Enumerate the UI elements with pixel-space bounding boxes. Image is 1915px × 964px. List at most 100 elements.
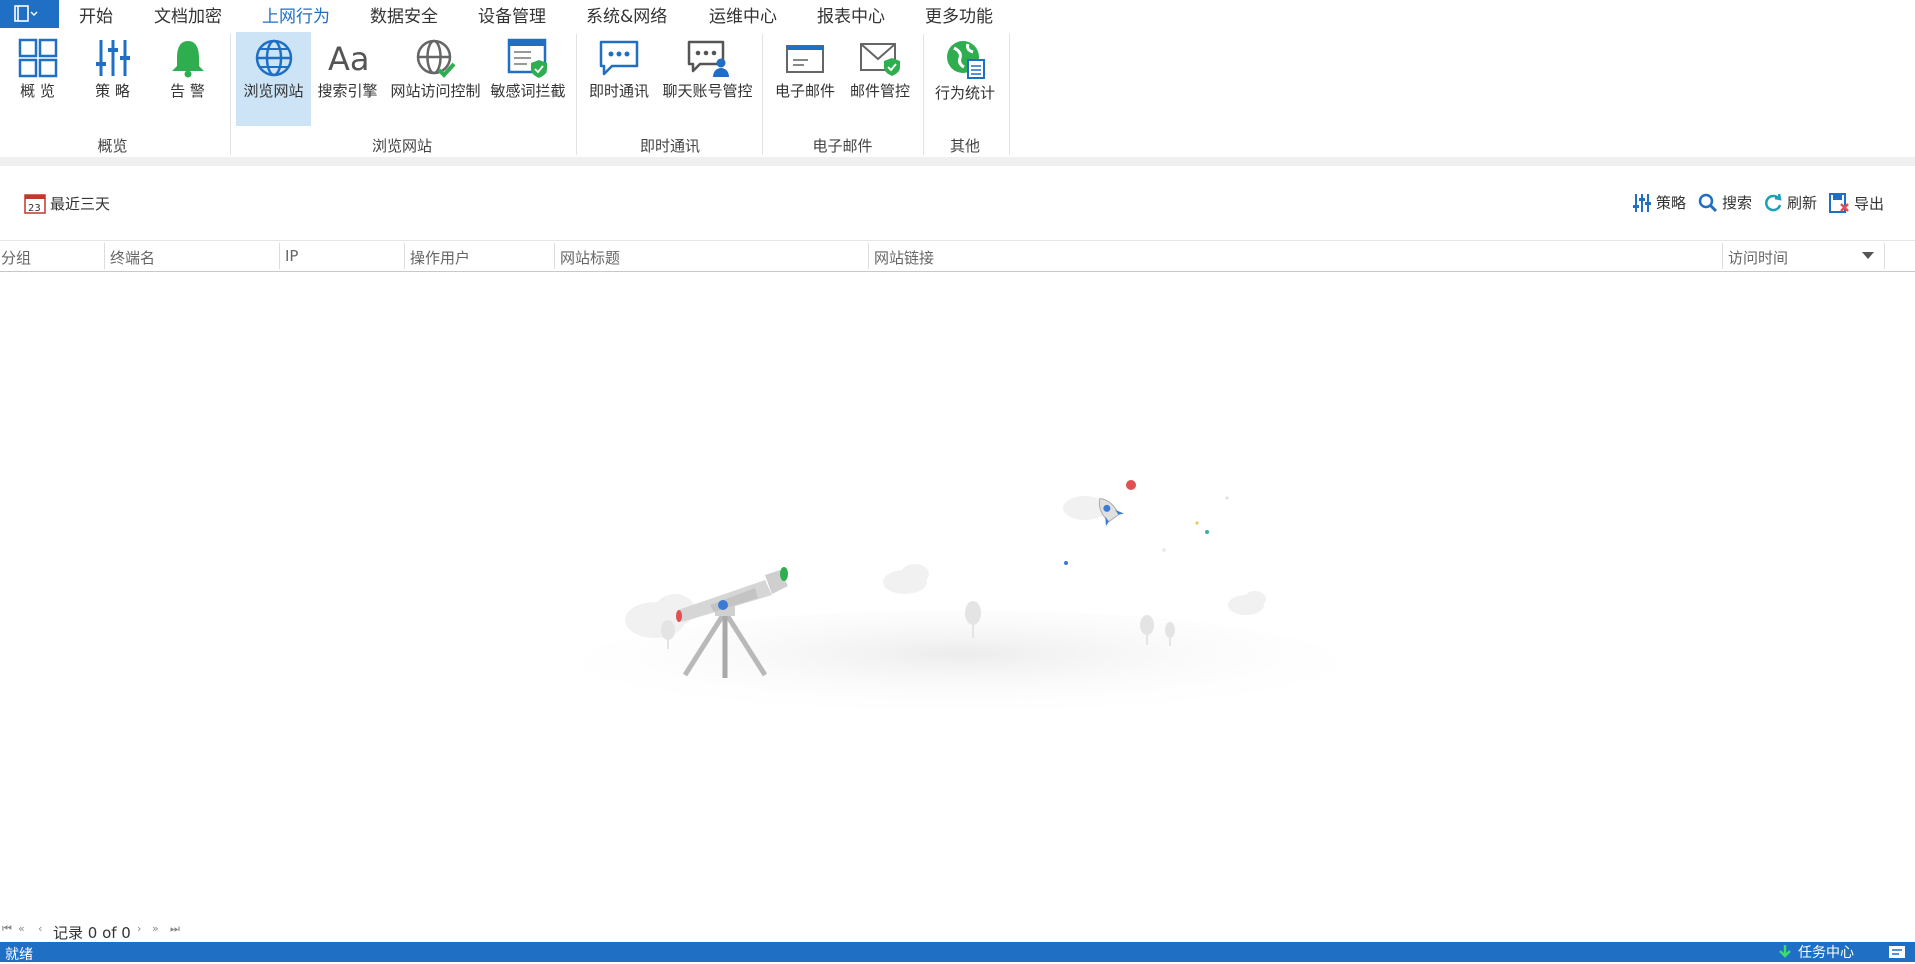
group-label-overview: 概览 <box>97 137 128 155</box>
column-header-terminal[interactable]: 终端名 <box>110 247 155 268</box>
ribbon-im-button[interactable]: 即时通讯 <box>585 32 653 126</box>
group-separator <box>1009 34 1010 155</box>
search-icon <box>1698 193 1718 212</box>
ribbon-email-control-label: 邮件管控 <box>849 82 910 100</box>
prev-page-icon[interactable]: ‹ <box>38 922 42 935</box>
policy-label: 策略 <box>1656 194 1687 212</box>
ribbon-policy-button[interactable]: 策 略 <box>85 32 140 126</box>
last-page-icon[interactable]: ⏭ <box>170 922 180 936</box>
record-count: 记录 0 of 0 <box>53 924 131 942</box>
column-header-ip[interactable]: IP <box>285 247 298 265</box>
sliders-icon <box>1633 193 1651 212</box>
ribbon-site-access-control-label: 网站访问控制 <box>390 82 481 100</box>
refresh-icon <box>1765 193 1782 211</box>
ribbon-overview-button[interactable]: 概 览 <box>10 32 65 126</box>
column-header-site-title[interactable]: 网站标题 <box>560 247 620 268</box>
ribbon-search-engine-button[interactable]: Aa 搜索引擎 <box>315 32 380 126</box>
ribbon-browse-web-button[interactable]: 浏览网站 <box>236 32 311 126</box>
menu-device-manage[interactable]: 设备管理 <box>478 2 546 27</box>
column-header-user[interactable]: 操作用户 <box>410 247 470 268</box>
ribbon-browse-web-label: 浏览网站 <box>243 82 304 100</box>
ribbon-behavior-stats-label: 行为统计 <box>934 84 995 102</box>
notification-icon[interactable] <box>1888 945 1906 959</box>
menu-data-security[interactable]: 数据安全 <box>370 2 438 27</box>
menu-doc-encrypt[interactable]: 文档加密 <box>154 2 222 27</box>
menu-start[interactable]: 开始 <box>79 2 113 27</box>
search-engine-aa-icon: Aa <box>328 40 370 78</box>
date-range-label: 最近三天 <box>50 194 111 213</box>
menu-report-center[interactable]: 报表中心 <box>817 2 885 27</box>
policy-button[interactable]: 策略 <box>1632 192 1686 213</box>
export-label: 导出 <box>1854 194 1885 213</box>
next-page-group-icon[interactable]: » <box>152 922 159 935</box>
envelope-shield-icon <box>860 43 900 76</box>
ribbon-im-label: 即时通讯 <box>588 82 649 100</box>
ribbon-chat-account-control-button[interactable]: 聊天账号管控 <box>660 32 755 126</box>
column-divider[interactable] <box>104 243 105 269</box>
column-header-visit-time[interactable]: 访问时间 <box>1728 247 1788 268</box>
menu-bar: 开始 文档加密 上网行为 数据安全 设备管理 系统&网络 运维中心 报表中心 更… <box>0 0 1915 32</box>
next-page-icon[interactable]: › <box>137 922 141 935</box>
ribbon-policy-label: 策 略 <box>95 82 130 100</box>
ribbon-sensitive-word-button[interactable]: 敏感词拦截 <box>488 32 568 126</box>
ribbon-alert-label: 告 警 <box>170 82 205 100</box>
search-label: 搜索 <box>1722 194 1753 212</box>
globe-stats-icon <box>947 41 985 79</box>
window-shield-icon <box>507 38 547 78</box>
svg-text:Aa: Aa <box>328 40 370 78</box>
task-center-button[interactable]: 任务中心 <box>1778 942 1854 962</box>
group-label-im: 即时通讯 <box>639 137 700 155</box>
ribbon-search-engine-label: 搜索引擎 <box>317 82 378 100</box>
ribbon-behavior-stats-button[interactable]: 行为统计 <box>930 32 1000 126</box>
overview-grid-icon <box>18 38 57 78</box>
column-header-group[interactable]: 分组 <box>1 247 31 268</box>
group-label-browse: 浏览网站 <box>371 137 432 155</box>
ribbon-email-button[interactable]: 电子邮件 <box>770 32 840 126</box>
group-separator <box>230 34 231 155</box>
calendar-day: 23 <box>28 203 41 214</box>
menu-ops-center[interactable]: 运维中心 <box>709 2 777 27</box>
empty-state-illustration <box>580 480 1340 710</box>
globe-icon <box>255 39 292 77</box>
ribbon-overview-label: 概 览 <box>20 82 55 100</box>
column-divider <box>1884 243 1885 269</box>
alert-bell-icon <box>171 41 204 78</box>
ribbon-sensitive-word-label: 敏感词拦截 <box>490 82 566 100</box>
ribbon-chat-account-control-label: 聊天账号管控 <box>662 82 753 100</box>
ribbon-email-label: 电子邮件 <box>774 82 835 100</box>
group-separator <box>576 34 577 155</box>
status-text: 就绪 <box>5 947 33 963</box>
refresh-button[interactable]: 刷新 <box>1763 192 1817 213</box>
export-icon <box>1829 193 1849 213</box>
column-divider[interactable] <box>404 243 405 269</box>
task-center-label: 任务中心 <box>1798 945 1854 961</box>
menu-more[interactable]: 更多功能 <box>925 2 993 27</box>
app-menu-icon <box>14 5 38 22</box>
ribbon-email-control-button[interactable]: 邮件管控 <box>845 32 915 126</box>
first-page-icon[interactable]: ⏮ <box>2 922 12 936</box>
ribbon-site-access-control-button[interactable]: 网站访问控制 <box>388 32 483 126</box>
menu-internet-behavior[interactable]: 上网行为 <box>262 2 330 32</box>
group-separator <box>762 34 763 155</box>
ribbon: 概 览 策 略 告 警 浏览网站 Aa 搜索引擎 网站访问控制 敏感词拦截 即时… <box>0 28 1915 166</box>
prev-page-group-icon[interactable]: « <box>18 922 25 935</box>
column-divider[interactable] <box>554 243 555 269</box>
column-divider[interactable] <box>279 243 280 269</box>
date-range-filter[interactable]: 23 最近三天 <box>24 192 110 214</box>
column-divider[interactable] <box>868 243 869 269</box>
group-label-email: 电子邮件 <box>812 137 873 155</box>
group-label-other: 其他 <box>949 137 980 155</box>
ribbon-alert-button[interactable]: 告 警 <box>160 32 215 126</box>
envelope-icon <box>786 45 824 73</box>
chat-user-icon <box>687 40 729 77</box>
column-divider[interactable] <box>1722 243 1723 269</box>
sort-desc-icon[interactable] <box>1862 252 1874 260</box>
app-menu-button[interactable] <box>0 0 59 28</box>
search-button[interactable]: 搜索 <box>1698 192 1752 213</box>
export-button[interactable]: 导出 <box>1828 192 1884 214</box>
calendar-icon: 23 <box>24 194 46 214</box>
menu-system-network[interactable]: 系统&网络 <box>586 2 667 27</box>
chat-bubble-icon <box>599 40 639 76</box>
column-header-site-url[interactable]: 网站链接 <box>874 247 934 268</box>
group-separator <box>923 34 924 155</box>
